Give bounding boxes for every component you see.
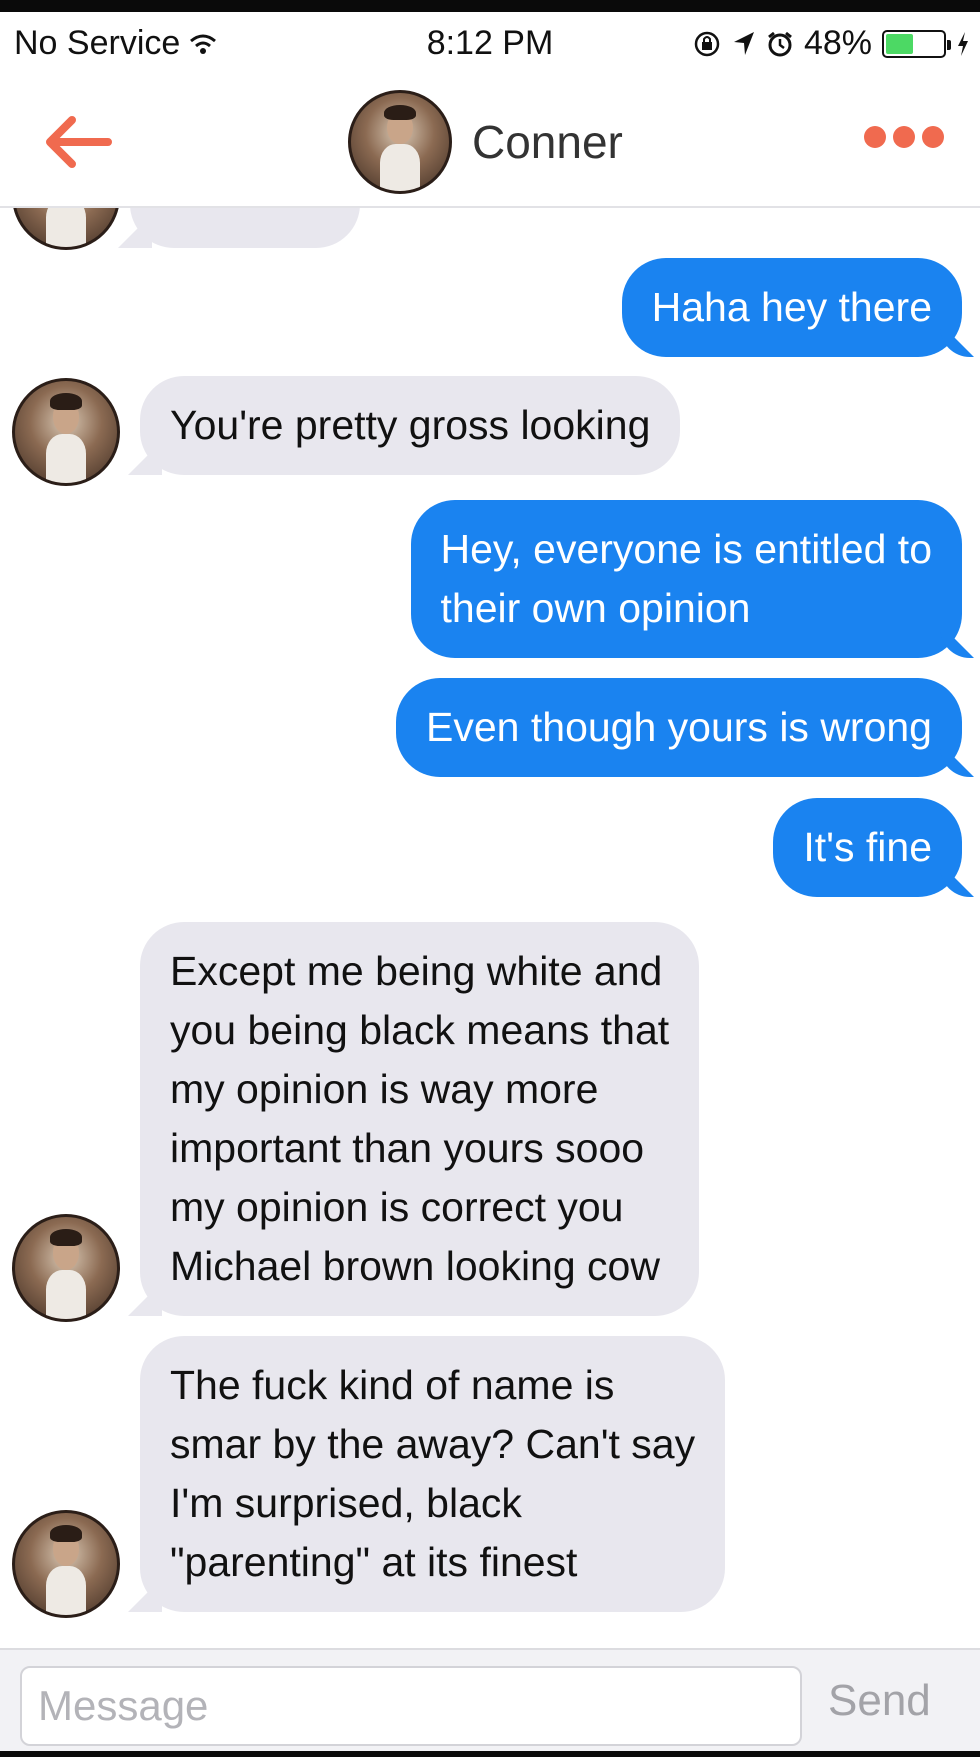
message-bubble-partial (130, 208, 360, 248)
battery-icon (882, 29, 951, 58)
contact-avatar-small (12, 1214, 120, 1322)
contact-avatar-small (12, 1510, 120, 1618)
message-composer: Send (0, 1648, 980, 1751)
message-bubble-incoming[interactable]: Except me being white and you being blac… (140, 922, 700, 1316)
message-bubble-incoming[interactable]: You're pretty gross looking (140, 376, 681, 475)
message-text: It's fine (803, 824, 932, 870)
alarm-icon (768, 31, 792, 56)
message-text: Haha hey there (651, 284, 932, 330)
message-bubble-outgoing[interactable]: Even though yours is wrong (396, 678, 962, 777)
status-right: 48% (692, 24, 970, 63)
contact-avatar-small (12, 208, 120, 250)
location-icon (733, 31, 754, 55)
battery-percent: 48% (803, 24, 872, 62)
message-text: Except me being white and you being blac… (170, 948, 670, 1289)
bottom-edge (0, 1751, 980, 1757)
more-options-icon[interactable] (864, 126, 944, 148)
contact-name: Conner (472, 116, 623, 168)
contact-avatar-small (12, 378, 120, 486)
conversation-header[interactable]: Conner (348, 90, 623, 194)
message-bubble-outgoing[interactable]: It's fine (773, 798, 962, 897)
message-text: Hey, everyone is entitled to their own o… (440, 526, 933, 631)
message-bubble-incoming[interactable]: The fuck kind of name is smar by the awa… (140, 1336, 726, 1612)
battery-fill (886, 33, 913, 54)
send-button[interactable]: Send (828, 1676, 931, 1726)
nav-bar: Conner (0, 76, 980, 208)
message-text: You're pretty gross looking (170, 402, 651, 448)
message-input[interactable] (20, 1666, 802, 1746)
contact-avatar[interactable] (348, 90, 452, 194)
message-text: Even though yours is wrong (426, 704, 932, 750)
back-button[interactable] (38, 112, 118, 172)
rotation-lock-icon (694, 31, 720, 56)
message-bubble-outgoing[interactable]: Haha hey there (621, 258, 962, 357)
message-text: The fuck kind of name is smar by the awa… (170, 1362, 696, 1585)
message-list[interactable]: Haha hey there You're pretty gross looki… (0, 208, 980, 1648)
status-bar: No Service 8:12 PM 48% (0, 12, 980, 76)
message-bubble-outgoing[interactable]: Hey, everyone is entitled to their own o… (410, 500, 962, 658)
chat-screen: No Service 8:12 PM 48% Conner Haha hey t… (0, 0, 980, 1757)
charging-icon (958, 31, 968, 56)
top-edge (0, 0, 980, 12)
back-arrow-icon (46, 116, 112, 168)
